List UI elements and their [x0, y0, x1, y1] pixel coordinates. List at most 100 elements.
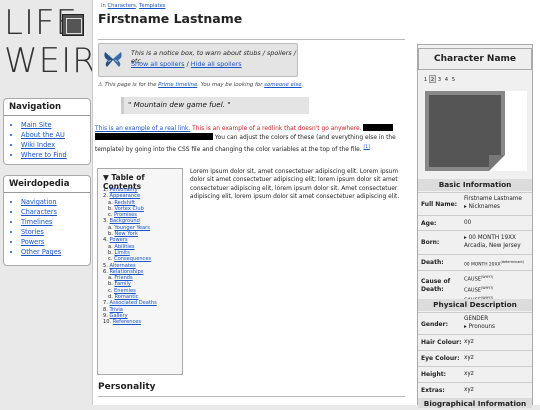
toc-link[interactable]: Personality — [110, 187, 138, 193]
toc-link[interactable]: Background — [110, 218, 140, 224]
image-tab[interactable]: 2 — [429, 75, 436, 83]
hide-spoilers-link[interactable]: Hide all spoilers — [191, 60, 242, 68]
row-eye-colour: Eye Colour: xyz — [418, 350, 532, 366]
weirdopedia-heading: Weirdopedia — [4, 176, 90, 193]
toc-link[interactable]: Redshift — [114, 200, 135, 206]
toc-link[interactable]: References — [113, 319, 141, 325]
weird-link-timelines[interactable]: Timelines — [21, 218, 52, 226]
table-of-contents: ▼ Table of Contents 1. Personality 2. App… — [97, 168, 183, 375]
row-full-name: Full Name: Firstname Lastname ▸ Nicknames — [418, 192, 532, 215]
nav-item: About the AU — [21, 130, 90, 140]
notice-box: This is a notice box, to warn about stub… — [98, 43, 298, 77]
nav-link-where-to-find[interactable]: Where to Find — [21, 151, 67, 159]
footnote-ref[interactable]: [1] — [363, 145, 369, 150]
toc-link[interactable]: Alternates — [110, 263, 136, 269]
image-tab[interactable]: 1 — [422, 75, 429, 83]
navigation-panel: Navigation Main Site About the AU Wiki I… — [3, 98, 91, 165]
warning-icon: ⚠ — [98, 82, 103, 88]
weird-link-stories[interactable]: Stories — [21, 228, 44, 236]
nav-link-main-site[interactable]: Main Site — [21, 121, 52, 129]
toc-link[interactable]: New York — [114, 231, 137, 237]
nav-item: Wiki Index — [21, 140, 90, 150]
row-born: Born: ▸ 00 MONTH 19XX Arcadia, New Jersey — [418, 230, 532, 254]
toc-link[interactable]: Consequences — [114, 256, 151, 262]
toc-link[interactable]: Promises — [114, 212, 137, 218]
real-link-example[interactable]: This is an example of a real link. — [95, 126, 190, 132]
site-logo[interactable]: LIFE WEIRD — [4, 6, 123, 86]
logo-emblem-icon — [62, 14, 84, 36]
nav-item: Characters — [21, 207, 90, 217]
basic-info-header: Basic Information — [418, 179, 532, 191]
image-tab[interactable]: 5 — [450, 75, 457, 83]
weird-link-powers[interactable]: Powers — [21, 238, 44, 246]
toc-link[interactable]: Limits — [114, 250, 129, 256]
physical-description-header: Physical Description — [418, 299, 532, 311]
section-divider — [98, 396, 405, 397]
category-link-templates[interactable]: Templates — [139, 3, 165, 9]
row-death: Death: 00 MONTH 20XX(determinant) — [418, 254, 532, 270]
row-cause-of-death: Cause ofDeath: CAUSE(WHY?) CAUSE(WHY?) C… — [418, 270, 532, 304]
category-link-characters[interactable]: Characters — [107, 3, 135, 9]
toc-link[interactable]: Relationships — [110, 269, 144, 275]
redacted-block — [95, 133, 213, 141]
weird-link-other-pages[interactable]: Other Pages — [21, 248, 61, 256]
someone-else-link[interactable]: someone else — [264, 82, 301, 88]
toc-link[interactable]: Abilities — [114, 244, 134, 250]
hatnote: ⚠ This page is for the Prime timeline. Y… — [98, 82, 304, 88]
toc-list: 1. Personality 2. Appearance a. Redshift b.… — [103, 187, 183, 326]
toc-item: 10. References — [103, 319, 142, 326]
notice-links: Show all spoilers / Hide all spoilers — [131, 60, 242, 68]
image-tabs: 12345 — [422, 75, 457, 83]
character-infobox: Character Name 12345 Basic Information F… — [417, 44, 533, 408]
weird-link-characters[interactable]: Characters — [21, 208, 57, 216]
nicknames-toggle[interactable]: ▸ Nicknames — [464, 204, 500, 210]
image-tab[interactable]: 4 — [443, 75, 450, 83]
row-height: Height: xyz — [418, 366, 532, 382]
infobox-title: Character Name — [418, 48, 532, 70]
nav-item: Navigation — [21, 197, 90, 207]
pronouns-toggle[interactable]: ▸ Pronouns — [464, 324, 495, 330]
row-age: Age: 00 — [418, 215, 532, 230]
toc-link[interactable]: Gallery — [110, 313, 128, 319]
page-title: Firstname Lastname — [98, 11, 243, 26]
image-tab[interactable]: 3 — [436, 75, 443, 83]
toc-link[interactable]: Vortex Club — [114, 206, 143, 212]
page-fold-icon — [489, 155, 505, 171]
lorem-paragraph: Lorem ipsum dolor sit, amet consectetuer… — [190, 169, 400, 201]
prime-timeline-link[interactable]: Prime timeline — [158, 82, 197, 88]
toc-link[interactable]: Family — [114, 281, 130, 287]
main-content: In Characters, Templates Firstname Lastn… — [92, 0, 540, 408]
row-hair-colour: Hair Colour: xyz — [418, 334, 532, 350]
nav-link-about[interactable]: About the AU — [21, 131, 65, 139]
left-sidebar: LIFE WEIRD Navigation Main Site About th… — [0, 0, 123, 405]
weird-link-navigation[interactable]: Navigation — [21, 198, 57, 206]
nav-item: Timelines — [21, 217, 90, 227]
toc-link[interactable]: Powers — [110, 237, 128, 243]
toc-link[interactable]: Romantic — [114, 294, 138, 300]
toc-link[interactable]: Friends — [114, 275, 132, 281]
birth-date-toggle[interactable]: ▸ 00 MONTH 19XX — [464, 235, 516, 241]
nav-link-wiki-index[interactable]: Wiki Index — [21, 141, 55, 149]
character-image[interactable] — [425, 91, 527, 171]
navigation-heading: Navigation — [4, 99, 90, 116]
nav-item: Other Pages — [21, 247, 90, 257]
show-spoilers-link[interactable]: Show all spoilers — [131, 60, 185, 68]
toc-link[interactable]: Younger Years — [114, 225, 150, 231]
section-heading-personality: Personality — [98, 382, 156, 392]
butterfly-icon — [104, 52, 122, 67]
toc-link[interactable]: Associated Deaths — [110, 300, 157, 306]
nav-item: Main Site — [21, 120, 90, 130]
quote-text: " Mountain dew game fuel. " — [128, 100, 231, 109]
title-divider — [98, 39, 405, 40]
biographical-info-header: Biographical Information — [418, 398, 532, 408]
toc-link[interactable]: Trivia — [110, 307, 123, 313]
intro-paragraph: This is an example of a real link. This … — [95, 124, 407, 154]
row-extras: Extras: xyz — [418, 382, 532, 398]
nav-item: Where to Find — [21, 150, 90, 160]
toc-link[interactable]: Enemies — [114, 288, 136, 294]
row-gender: Gender: GENDER ▸ Pronouns — [418, 312, 532, 334]
toc-link[interactable]: Appearance — [110, 193, 141, 199]
weirdopedia-panel: Weirdopedia Navigation Characters Timeli… — [3, 175, 91, 266]
character-quote: " Mountain dew game fuel. " — [121, 97, 309, 114]
redlink-example[interactable]: This is an example of a redlink that doe… — [192, 126, 361, 132]
